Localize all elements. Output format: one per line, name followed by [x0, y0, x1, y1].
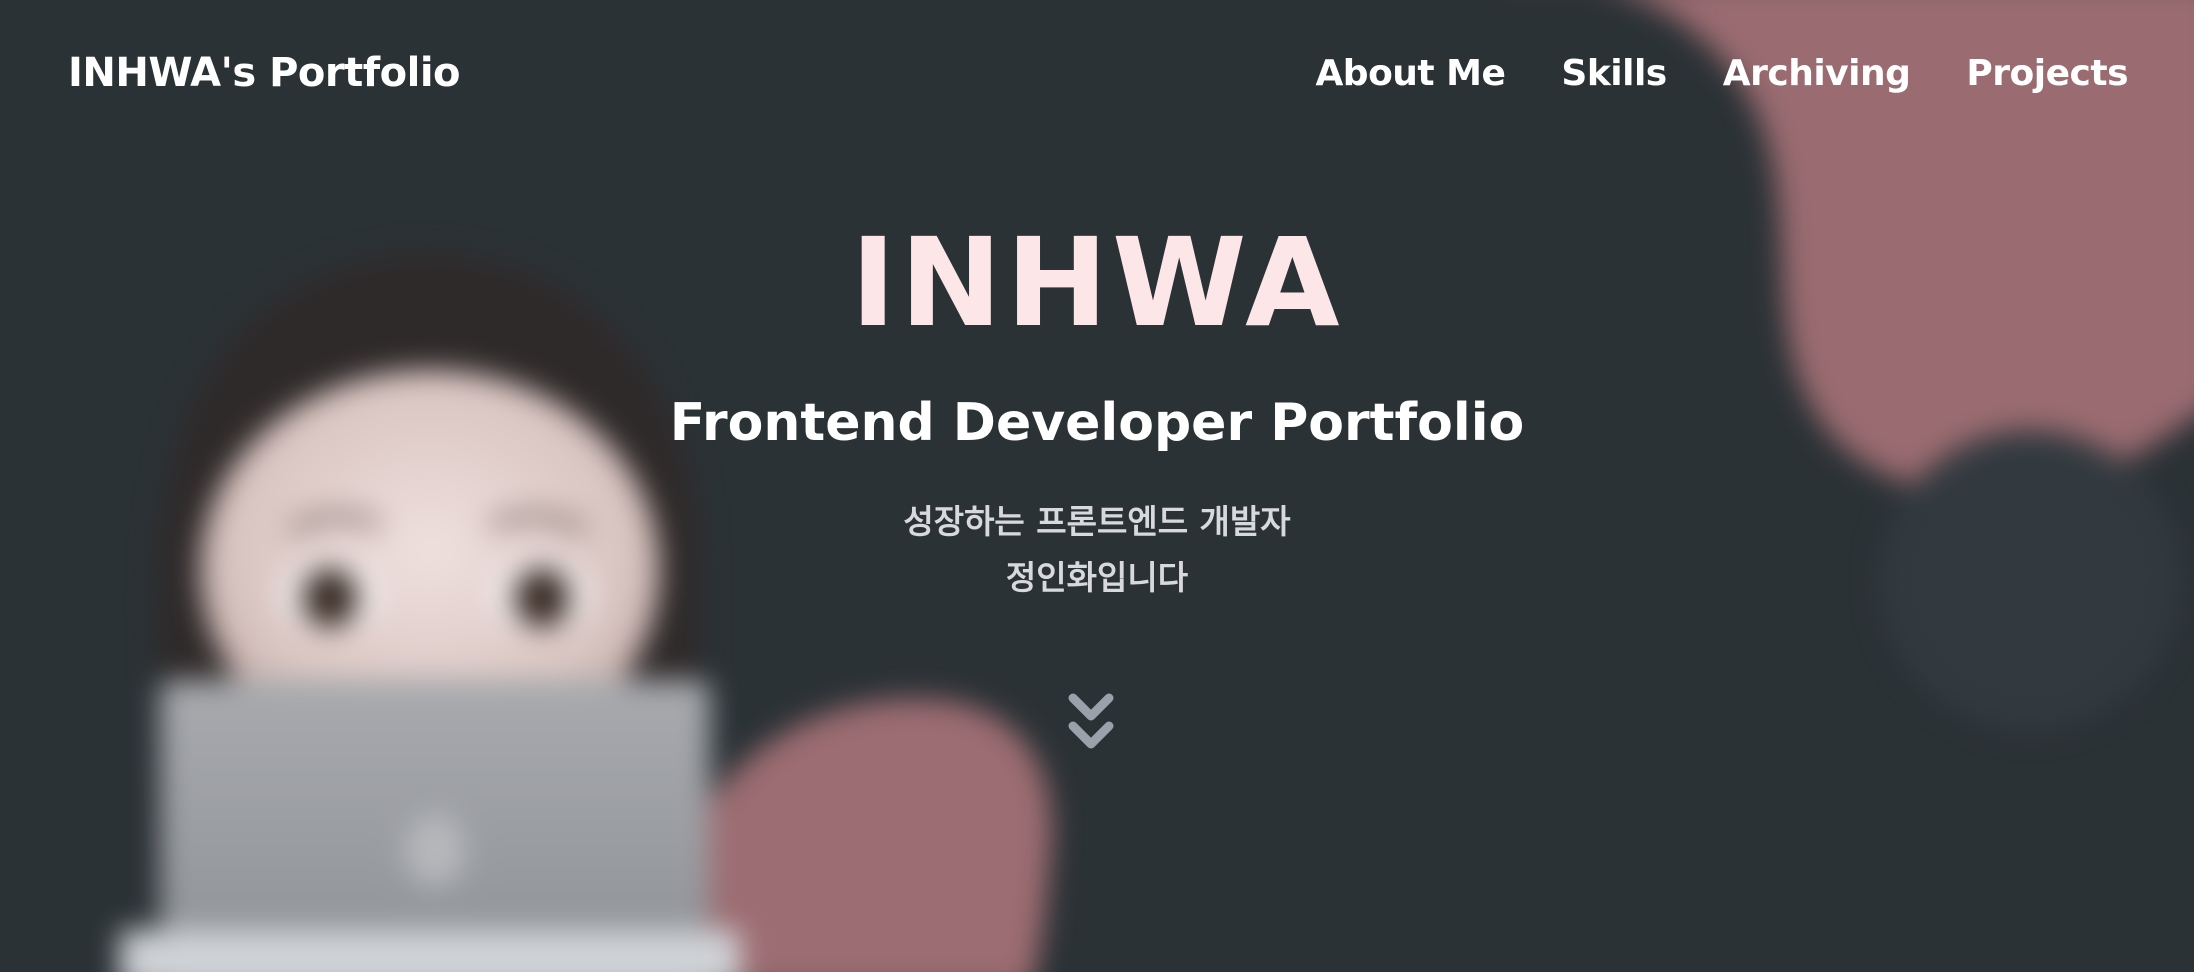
nav-link-about-me[interactable]: About Me [1315, 53, 1505, 94]
scroll-down-button[interactable] [1067, 692, 1115, 758]
hero-description-line-1: 성장하는 프론트엔드 개발자 [903, 502, 1291, 541]
nav-link-skills[interactable]: Skills [1561, 53, 1667, 94]
hero-title: INHWA [850, 212, 1344, 354]
nav-link-projects[interactable]: Projects [1966, 53, 2128, 94]
nav-link-archiving[interactable]: Archiving [1723, 53, 1911, 94]
hero-description: 성장하는 프론트엔드 개발자 정인화입니다 [0, 494, 2194, 606]
site-logo[interactable]: INHWA's Portfolio [68, 50, 461, 96]
hero-description-line-2: 정인화입니다 [1005, 558, 1189, 597]
top-navigation: INHWA's Portfolio About Me Skills Archiv… [0, 0, 2194, 146]
hero-subtitle: Frontend Developer Portfolio [669, 393, 1525, 453]
double-chevron-down-icon [1068, 693, 1114, 749]
nav-links: About Me Skills Archiving Projects [1315, 53, 2128, 94]
